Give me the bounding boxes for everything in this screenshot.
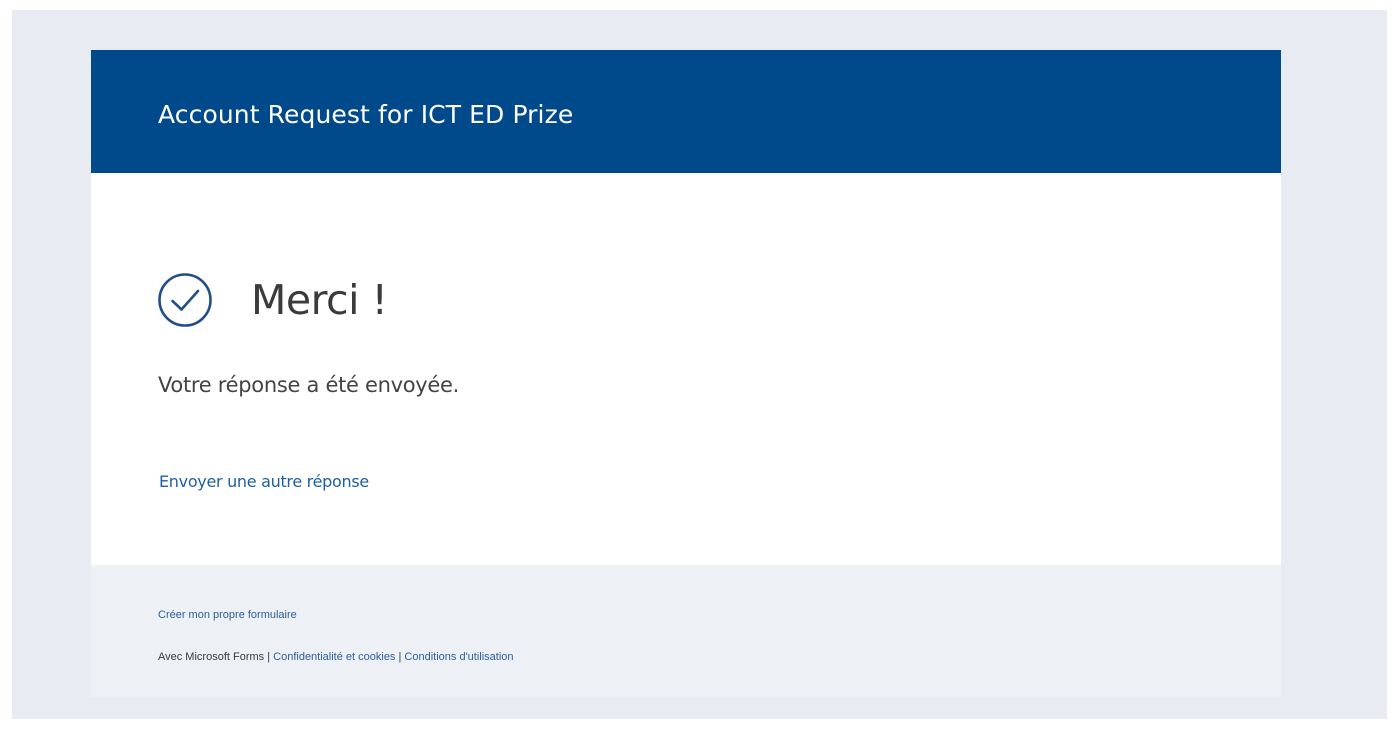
create-own-form-link[interactable]: Créer mon propre formulaire <box>158 607 297 623</box>
footer-legal-line: Avec Microsoft Forms | Confidentialité e… <box>158 649 514 665</box>
check-circle-icon <box>158 273 212 327</box>
form-header: Account Request for ICT ED Prize <box>91 50 1281 173</box>
terms-of-use-link[interactable]: Conditions d'utilisation <box>404 651 513 663</box>
privacy-cookies-link[interactable]: Confidentialité et cookies <box>273 651 395 663</box>
powered-by-text: Avec Microsoft Forms <box>158 651 265 663</box>
form-card: Account Request for ICT ED Prize Merci !… <box>91 50 1281 565</box>
footer-separator: | <box>264 651 274 663</box>
thank-you-heading: Merci ! <box>251 276 388 324</box>
form-title: Account Request for ICT ED Prize <box>158 100 574 129</box>
submit-another-response-link[interactable]: Envoyer une autre réponse <box>159 470 369 494</box>
confirmation-message: Votre réponse a été envoyée. <box>158 373 460 397</box>
form-footer: Créer mon propre formulaire Avec Microso… <box>91 565 1281 697</box>
